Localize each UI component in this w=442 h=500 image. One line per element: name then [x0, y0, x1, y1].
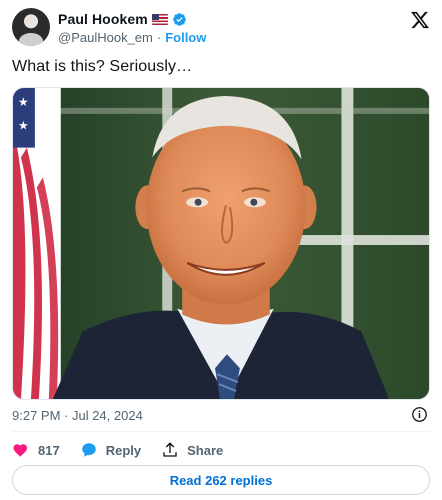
tweet-text: What is this? Seriously… — [12, 58, 193, 75]
tweet-header: Paul Hookem @PaulHook_em · Follow — [12, 8, 432, 48]
author-name-row: Paul Hookem — [58, 10, 187, 28]
read-replies-button[interactable]: Read 262 replies — [12, 465, 430, 495]
svg-text:★: ★ — [18, 95, 29, 109]
author-avatar[interactable] — [12, 8, 50, 46]
reply-bubble-icon — [81, 443, 96, 457]
share-label: Share — [187, 442, 224, 458]
x-logo-icon[interactable] — [410, 10, 430, 30]
like-count: 817 — [38, 442, 60, 458]
verified-badge-icon — [172, 12, 186, 26]
us-flag-icon — [151, 13, 168, 25]
tweet-media-photo[interactable]: ★ ★ — [12, 87, 430, 400]
share-button[interactable]: Share — [161, 441, 223, 459]
author-handle-row: @PaulHook_em · Follow — [58, 29, 206, 45]
tweet-actions: 817 Reply Share — [12, 440, 223, 460]
divider — [12, 431, 430, 432]
handle-separator: · — [156, 29, 162, 45]
like-button[interactable]: 817 — [12, 441, 60, 459]
info-icon[interactable] — [411, 406, 428, 423]
reply-label: Reply — [105, 442, 142, 458]
author-handle[interactable]: @PaulHook_em — [58, 30, 153, 45]
svg-text:★: ★ — [18, 119, 29, 133]
reply-button[interactable]: Reply — [80, 441, 141, 459]
follow-button[interactable]: Follow — [165, 30, 206, 45]
share-icon — [163, 442, 177, 457]
author-display-name[interactable]: Paul Hookem — [58, 11, 148, 27]
tweet-timestamp[interactable]: 9:27 PM · Jul 24, 2024 — [12, 408, 143, 423]
heart-icon — [13, 444, 27, 458]
